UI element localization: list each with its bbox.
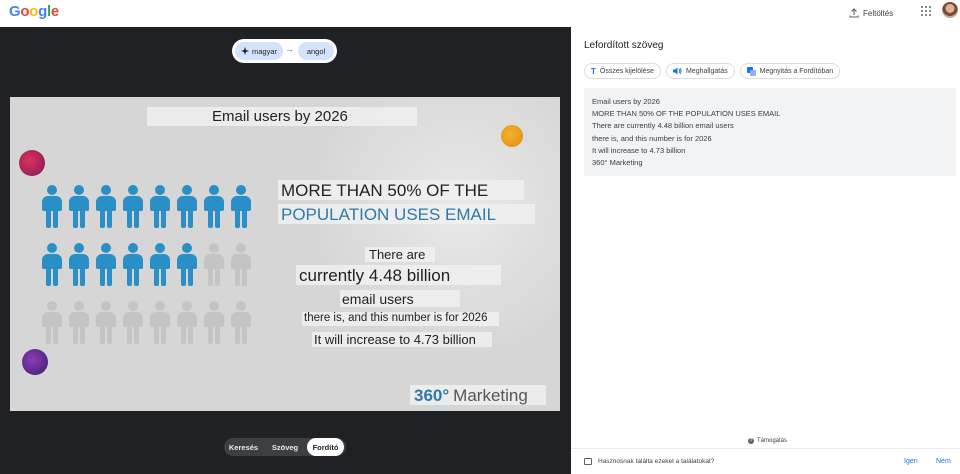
target-language-button[interactable]: angol [298,42,334,60]
person-icon-filled [175,185,199,229]
person-icon-filled [175,243,199,287]
translated-line: Email users by 2026 [592,97,660,106]
person-icon-filled [67,243,91,287]
panel-title: Lefordított szöveg [584,40,664,51]
logo-letter: g [38,3,47,20]
person-icon-filled [40,243,64,287]
person-icon-empty [175,301,199,345]
person-icon-empty [202,301,226,345]
open-in-translate-label: Megnyitás a Fordítóban [759,67,834,75]
support-link[interactable]: ? Támogatás [748,438,787,444]
source-language-button[interactable]: magyar [235,42,283,60]
decor-dot-red [19,150,45,176]
overlay-line-5[interactable]: It will increase to 4.73 billion [312,332,492,347]
language-selector: magyar → angol [232,39,337,63]
logo-letter: G [9,3,21,20]
mode-translate-button[interactable]: Fordító [307,438,344,456]
translated-line: there is, and this number is for 2026 [592,133,712,143]
google-logo[interactable]: Google [9,3,59,20]
person-icon-filled [148,243,172,287]
brand-number: 360° [414,385,450,405]
translated-image[interactable]: Email users by 2026 MORE THAN 50% OF THE… [10,97,560,411]
upload-label: Feltöltés [863,8,894,18]
person-icon-filled [202,185,226,229]
listen-button[interactable]: Meghallgatás [665,63,735,79]
overlay-line-1[interactable]: There are [365,247,435,262]
people-infographic [40,185,256,355]
open-in-translate-button[interactable]: Megnyitás a Fordítóban [739,63,841,79]
sparkle-icon [240,47,249,55]
feedback-icon [584,458,592,465]
logo-letter: e [50,3,59,20]
person-icon-empty [121,301,145,345]
lens-image-panel: magyar → angol Email users by 2026 MORE … [0,27,571,474]
person-icon-filled [121,185,145,229]
panel-actions: T Összes kijelölése Meghallgatás Megnyit… [584,63,841,79]
upload-button[interactable]: Feltöltés [849,4,893,22]
help-icon: ? [748,438,754,444]
translated-line: MORE THAN 50% OF THE POPULATION USES EMA… [592,109,781,119]
person-icon-filled [148,185,172,229]
feedback-no-button[interactable]: Nem [936,458,951,465]
person-icon-empty [94,301,118,345]
translated-line: There are currently 4.48 billion email u… [592,121,734,131]
logo-letter: o [20,3,30,20]
overlay-headline-1[interactable]: MORE THAN 50% OF THE [278,180,524,200]
person-icon-filled [67,185,91,229]
person-icon-filled [94,243,118,287]
overlay-line-2[interactable]: currently 4.48 billion [296,265,501,285]
apps-grid-icon[interactable] [921,6,931,16]
feedback-prompt: Hasznosnak találta ezeket a találatokat? [584,458,714,465]
overlay-line-4[interactable]: there is, and this number is for 2026 [302,312,499,326]
translation-panel: Lefordított szöveg T Összes kijelölése M… [571,27,960,474]
person-icon-empty [229,301,253,345]
select-all-label: Összes kijelölése [599,67,654,75]
speaker-icon [672,67,682,75]
feedback-yes-button[interactable]: Igen [904,458,918,465]
select-text-icon: T [591,66,596,76]
translated-text-box[interactable]: Email users by 2026 MORE THAN 50% OF THE … [584,88,956,176]
person-icon-filled [121,243,145,287]
top-bar: Google Feltöltés [0,0,960,27]
overlay-title[interactable]: Email users by 2026 [147,107,417,126]
source-language-label: magyar [251,46,277,56]
overlay-line-3[interactable]: email users [340,290,460,307]
mode-search-button[interactable]: Keresés [224,438,263,456]
person-icon-empty [229,243,253,287]
upload-icon [849,8,859,18]
feedback-question: Hasznosnak találta ezeket a találatokat? [598,458,715,465]
person-icon-filled [229,185,253,229]
mode-text-button[interactable]: Szöveg [263,438,307,456]
brand-name: Marketing [453,385,528,405]
person-icon-filled [94,185,118,229]
decor-dot-orange [501,125,523,147]
person-icon-empty [67,301,91,345]
swap-arrow-icon[interactable]: → [285,44,294,54]
logo-letter: o [29,3,39,20]
overlay-brand[interactable]: 360° Marketing [410,385,546,405]
overlay-headline-2[interactable]: POPULATION USES EMAIL [278,204,535,224]
select-all-button[interactable]: T Összes kijelölése [584,63,661,79]
mode-switcher: Keresés Szöveg Fordító [224,438,346,456]
person-icon-empty [40,301,64,345]
avatar[interactable] [942,2,958,18]
translate-icon [746,66,756,76]
person-icon-empty [202,243,226,287]
support-label: Támogatás [757,438,788,444]
target-language-label: angol [306,46,326,56]
divider [571,448,960,449]
listen-label: Meghallgatás [685,67,728,75]
person-icon-empty [148,301,172,345]
person-icon-filled [40,185,64,229]
translated-line: 360° Marketing [592,158,643,168]
translated-line: It will increase to 4.73 billion [592,145,686,155]
